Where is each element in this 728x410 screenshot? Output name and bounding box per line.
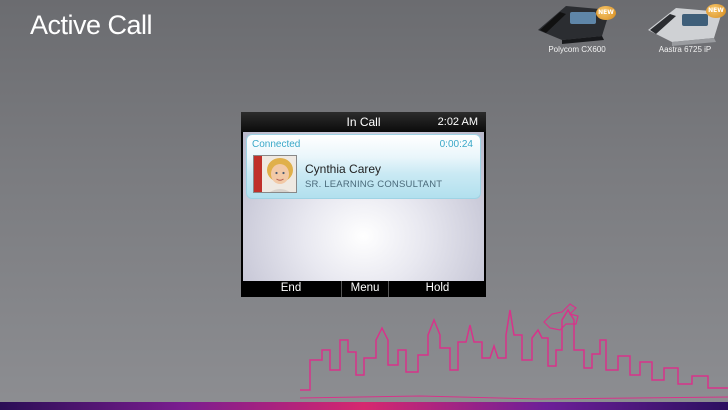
new-badge: NEW xyxy=(596,6,616,20)
call-duration: 0:00:24 xyxy=(439,139,473,150)
contact-photo-icon xyxy=(262,156,296,192)
product-caption: Polycom CX600 xyxy=(548,45,606,54)
aastra-phone-image: NEW Aastra 6725 iP xyxy=(640,0,728,70)
avatar xyxy=(253,155,297,193)
caller-title: SR. LEARNING CONSULTANT xyxy=(305,179,443,190)
polycom-phone-image: NEW Polycom CX600 xyxy=(532,0,622,70)
status-bar: In Call 2:02 AM xyxy=(241,112,486,132)
active-call-card[interactable]: Connected 0:00:24 Cynthia Carey SR. LEAR… xyxy=(246,134,481,199)
decorative-bottom-strip xyxy=(0,402,728,410)
new-badge: NEW xyxy=(706,4,726,18)
slide-title: Active Call xyxy=(30,10,153,40)
clock: 2:02 AM xyxy=(437,116,478,128)
call-screen: Connected 0:00:24 Cynthia Carey SR. LEAR… xyxy=(243,132,484,281)
call-status: Connected xyxy=(252,139,301,150)
product-caption: Aastra 6725 iP xyxy=(658,45,712,54)
caller-name: Cynthia Carey xyxy=(305,162,382,176)
city-skyline-graphic xyxy=(300,303,728,400)
presence-indicator xyxy=(254,156,262,192)
phone-display: In Call 2:02 AM Connected 0:00:24 Cynthi… xyxy=(241,112,486,297)
